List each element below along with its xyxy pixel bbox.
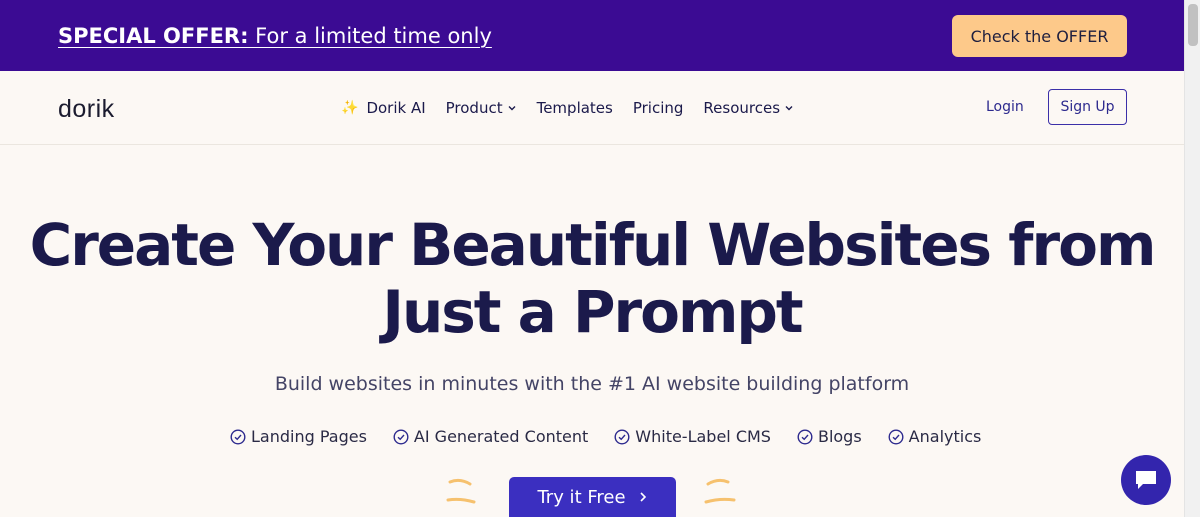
left-decoration-icon (446, 478, 476, 504)
feature-item: Landing Pages (230, 427, 367, 446)
feature-label: AI Generated Content (413, 427, 589, 446)
feature-item: Blogs (797, 427, 862, 446)
hero-title-line-1: Create Your Beautiful Websites from (29, 211, 1157, 279)
feature-list: Landing Pages AI Generated Content White… (230, 427, 981, 446)
chevron-right-icon (639, 492, 646, 502)
nav-item-label: Templates (536, 99, 613, 117)
hero-subtitle: Build websites in minutes with the #1 AI… (274, 373, 910, 395)
nav-item-templates[interactable]: Templates (537, 99, 613, 117)
feature-item: White-Label CMS (614, 427, 771, 446)
try-it-free-button[interactable]: Try it Free (509, 477, 676, 517)
check-offer-button[interactable]: Check the OFFER (952, 15, 1127, 57)
scrollbar-thumb[interactable] (1188, 4, 1198, 46)
dorik-logo[interactable]: dorik (58, 95, 115, 124)
chevron-down-icon (508, 106, 516, 111)
nav-item-resources[interactable]: Resources (703, 99, 794, 117)
check-circle-icon (230, 428, 246, 445)
main-navbar: dorik ✨ Dorik AI Product Templates Prici… (0, 71, 1184, 145)
chat-widget-button[interactable] (1121, 455, 1171, 505)
feature-item: AI Generated Content (393, 427, 588, 446)
sign-up-button[interactable]: Sign Up (1048, 89, 1127, 125)
check-circle-icon (888, 428, 904, 445)
promo-link[interactable]: SPECIAL OFFER: For a limited time only (58, 24, 492, 48)
nav-item-product[interactable]: Product (446, 99, 517, 117)
nav-item-pricing[interactable]: Pricing (633, 99, 684, 117)
feature-label: Blogs (817, 427, 862, 446)
feature-item: Analytics (888, 427, 982, 446)
chevron-down-icon (785, 106, 793, 111)
login-link[interactable]: Login (986, 99, 1024, 115)
sparkle-icon: ✨ (341, 100, 359, 116)
nav-item-label: Resources (703, 99, 781, 117)
feature-label: White-Label CMS (635, 427, 771, 446)
nav-item-label: Pricing (632, 99, 684, 117)
nav-links: ✨ Dorik AI Product Templates Pricing Res… (341, 99, 794, 117)
hero-title-line-2: Just a Prompt (382, 278, 803, 346)
right-decoration-icon (704, 478, 736, 504)
nav-item-label: Dorik AI (366, 99, 426, 117)
page-scrollbar[interactable] (1184, 0, 1200, 517)
promo-heading: SPECIAL OFFER: (58, 23, 249, 48)
chat-icon (1136, 471, 1156, 489)
promo-description: For a limited time only (248, 23, 492, 48)
nav-item-label: Product (445, 99, 503, 117)
feature-label: Landing Pages (251, 427, 367, 446)
feature-label: Analytics (908, 427, 982, 446)
cta-label: Try it Free (537, 486, 626, 508)
hero-title: Create Your Beautiful Websites from Just… (0, 212, 1184, 346)
promo-banner: SPECIAL OFFER: For a limited time only C… (0, 0, 1184, 71)
check-circle-icon (393, 428, 409, 445)
check-circle-icon (614, 428, 630, 445)
nav-item-dorik-ai[interactable]: ✨ Dorik AI (341, 99, 426, 117)
check-circle-icon (797, 428, 813, 445)
